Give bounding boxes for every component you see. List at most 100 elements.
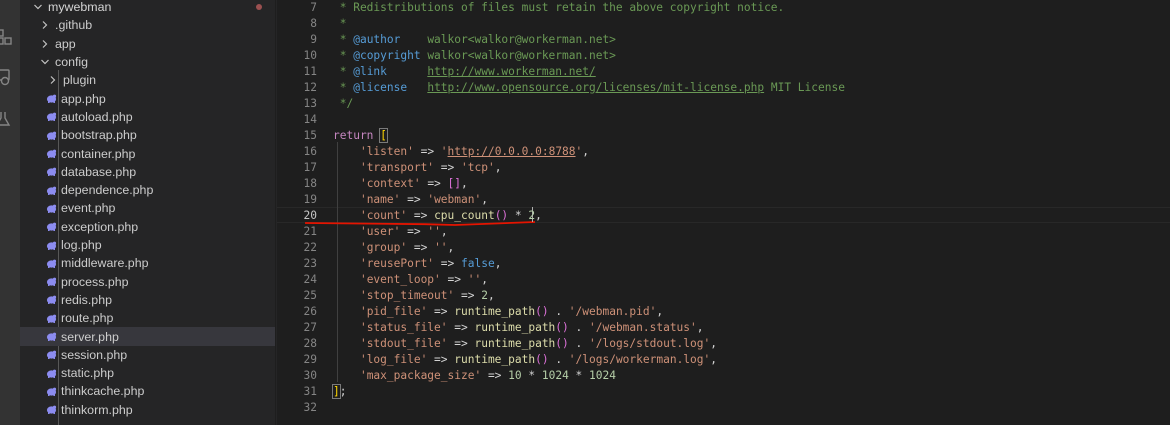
line-number: 27 [303,321,317,334]
code-line: * @license http://www.opensource.org/lic… [333,80,845,96]
file-item[interactable]: app.php [20,90,275,108]
file-item[interactable]: server.php [20,327,275,346]
php-file-icon [46,130,57,141]
tree-item-label: thinkorm.php [61,402,133,417]
code-token: , [447,241,455,254]
code-token: => [400,225,428,238]
code-token: ] [332,384,341,399]
remote-explorer-icon[interactable] [0,66,20,88]
code-token: , [487,289,495,302]
line-number: 28 [303,337,317,350]
line-number: 16 [303,145,317,158]
code-token: 'context' [359,177,421,190]
php-file-icon [46,331,57,342]
code-token: http://www.opensource.org/licenses/mit-l… [427,81,765,94]
file-item[interactable]: event.php [20,199,275,217]
file-item[interactable]: static.php [20,364,275,382]
file-item[interactable]: database.php [20,163,275,181]
code-token: . [568,321,589,334]
code-token: , [461,177,468,190]
code-token: * Redistributions of files must retain t… [333,1,785,14]
tree-item-label: bootstrap.php [61,128,137,143]
file-item[interactable]: process.php [20,273,275,291]
line-number: 14 [303,113,317,126]
code-token: , [696,321,704,334]
code-line: 'name' => 'webman', [333,192,488,208]
php-file-icon [46,294,57,305]
code-line: 'group' => '', [333,240,454,256]
file-item[interactable]: log.php [20,236,275,254]
activity-bar [0,0,20,425]
explorer-root-folder[interactable]: mywebman [20,0,275,16]
php-file-icon [46,93,57,104]
code-line: 'count' => cpu_count() * 2, [333,208,542,224]
line-number-gutter: 7 8 9 10 11 12 13 14 15 16 17 18 19 20 21 22 23 24 25 26 27 2… [277,0,317,425]
extensions-icon[interactable] [0,26,20,48]
file-item[interactable]: middleware.php [20,254,275,272]
folder-item[interactable]: plugin [20,71,275,89]
file-item[interactable]: exception.php [20,218,275,236]
code-token: @link [353,65,387,78]
line-number: 24 [303,273,317,286]
tree-item-label: database.php [61,164,137,179]
file-item[interactable]: session.php [20,346,275,364]
php-file-icon [46,185,57,196]
chevron-right-icon [39,38,51,50]
folder-item[interactable]: app [20,35,275,53]
code-line: 'transport' => 'tcp', [333,160,501,176]
code-token: ; [339,385,347,398]
code-token: 'log_file' [359,353,428,366]
code-area[interactable]: * Redistributions of files must retain t… [305,0,1163,425]
code-token: * [508,209,529,222]
code-token: false [461,257,495,270]
file-item[interactable]: route.php [20,309,275,327]
code-token: * [568,369,590,382]
line-number: 32 [303,401,317,414]
code-token: () [555,337,569,350]
line-number: 29 [303,353,317,366]
code-token: walkor<walkor@workerman.net> [400,33,616,46]
line-number: 12 [303,81,317,94]
file-item[interactable]: container.php [20,144,275,162]
code-token: 10 [508,369,522,382]
code-token: , [535,209,542,222]
code-token: runtime_path [454,305,536,318]
code-token: 'status_file' [359,321,448,334]
code-line: 'user' => '', [333,224,448,240]
code-editor[interactable]: 7 8 9 10 11 12 13 14 15 16 17 18 19 20 21 22 23 24 25 26 27 2… [277,0,1170,425]
file-item[interactable]: dependence.php [20,181,275,199]
line-number: 31 [303,385,317,398]
code-token: runtime_path [454,353,536,366]
code-token: => [427,305,455,318]
line-number: 7 [310,1,317,14]
code-token: * [333,65,354,78]
file-item[interactable]: bootstrap.php [20,126,275,144]
file-item[interactable]: autoload.php [20,108,275,126]
folder-item[interactable]: .github [20,16,275,34]
code-line: * @copyright walkor<walkor@workerman.net… [333,48,616,64]
line-number: 25 [303,289,317,302]
file-item[interactable]: thinkcache.php [20,382,275,400]
code-token: '' [427,225,441,238]
code-token: => [481,369,509,382]
code-line: 'listen' => 'http://0.0.0.0:8788', [333,144,589,160]
line-number: 15 [303,129,317,142]
code-token: () [535,353,549,366]
tree-item-label: server.php [61,329,119,344]
code-line: 'reusePort' => false, [333,256,501,272]
line-number: 10 [303,49,317,62]
tree-item-label: process.php [61,274,129,289]
file-item[interactable]: thinkorm.php [20,401,275,419]
folder-item[interactable]: config [20,53,275,71]
file-item[interactable]: redis.php [20,291,275,309]
testing-icon[interactable] [0,108,20,130]
code-token: '/logs/stdout.log' [589,337,711,350]
code-token: */ [333,97,354,110]
code-token: http://0.0.0.0:8788 [447,145,576,158]
code-token: 'count' [359,209,408,222]
code-token: * [333,33,354,46]
code-token: [] [447,177,462,190]
